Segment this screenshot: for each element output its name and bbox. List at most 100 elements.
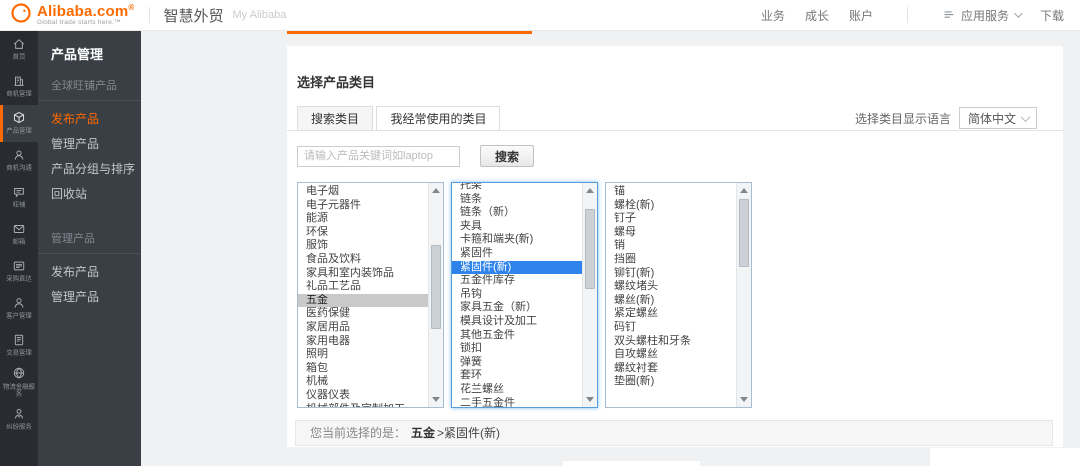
scrollbar[interactable] — [582, 183, 597, 407]
category-item[interactable]: 螺栓(新) — [606, 199, 736, 213]
sidebar-link[interactable]: 发布产品 — [38, 259, 141, 284]
service-icon — [12, 407, 26, 421]
category-item[interactable]: 夹具 — [452, 220, 582, 234]
sidebar-item[interactable]: 物流金融服务 — [0, 364, 38, 401]
search-button[interactable]: 搜索 — [480, 145, 534, 167]
scroll-up-arrow[interactable] — [740, 188, 748, 193]
category-item[interactable]: 二手五金件 — [452, 397, 582, 408]
tab-frequent-category[interactable]: 我经常使用的类目 — [376, 106, 500, 131]
language-dropdown[interactable]: 简体中文 — [959, 107, 1037, 129]
sidebar-item[interactable]: 采购直达 — [0, 253, 38, 290]
category-item[interactable]: 吊钩 — [452, 288, 582, 302]
scroll-thumb[interactable] — [431, 245, 441, 329]
sidebar-item[interactable]: 旺铺 — [0, 179, 38, 216]
tab-search-category[interactable]: 搜索类目 — [297, 106, 373, 131]
sidebar-link[interactable]: 管理产品 — [38, 131, 141, 156]
sidebar-group-items: 发布产品管理产品产品分组与排序回收站 — [38, 106, 141, 206]
category-item[interactable]: 食品及饮料 — [298, 253, 428, 267]
category-item[interactable]: 钉子 — [606, 212, 736, 226]
scroll-down-arrow[interactable] — [586, 397, 594, 402]
header-nav-link[interactable]: 账户 — [849, 7, 873, 24]
category-item[interactable]: 电子烟 — [298, 185, 428, 199]
category-item[interactable]: 五金 — [298, 294, 428, 308]
category-item[interactable]: 家具五金（新） — [452, 301, 582, 315]
sidebar-item[interactable]: 纠纷服务 — [0, 401, 38, 438]
category-item[interactable]: 锚 — [606, 185, 736, 199]
alibaba-logo[interactable]: Alibaba.com® Global trade starts here.™ — [10, 2, 135, 29]
category-item[interactable]: 模具设计及加工 — [452, 315, 582, 329]
scroll-down-arrow[interactable] — [740, 397, 748, 402]
category-item[interactable]: 其他五金件 — [452, 329, 582, 343]
category-item[interactable]: 机械 — [298, 375, 428, 389]
category-item[interactable]: 螺纹堵头 — [606, 280, 736, 294]
sidebar-item-label: 首页 — [1, 53, 38, 60]
sidebar-link[interactable]: 产品分组与排序 — [38, 156, 141, 181]
brand-text: Alibaba.com® — [37, 4, 135, 19]
scroll-up-arrow[interactable] — [432, 188, 440, 193]
scroll-thumb[interactable] — [739, 199, 749, 267]
scrollbar[interactable] — [428, 183, 443, 407]
category-item[interactable]: 双头螺柱和牙条 — [606, 335, 736, 349]
category-item[interactable]: 礼品工艺品 — [298, 280, 428, 294]
category-item[interactable]: 卡箍和端夹(新) — [452, 233, 582, 247]
category-item[interactable]: 链条（新） — [452, 206, 582, 220]
category-item[interactable]: 家用电器 — [298, 335, 428, 349]
primary-sidebar: 首页 商机管理 产品管理 商机沟通 旺铺 邮箱 采购直达 客户管理 交易管理 — [0, 31, 38, 466]
download-link[interactable]: 下载 — [1040, 7, 1064, 24]
language-selector: 选择类目显示语言 简体中文 — [855, 107, 1037, 129]
category-item[interactable]: 自攻螺丝 — [606, 348, 736, 362]
category-item[interactable]: 照明 — [298, 348, 428, 362]
category-item[interactable]: 紧固件(新) — [452, 261, 582, 275]
category-item[interactable]: 环保 — [298, 226, 428, 240]
category-item[interactable]: 挡圈 — [606, 253, 736, 267]
category-item[interactable]: 五金件库存 — [452, 274, 582, 288]
app-services-label: 应用服务 — [961, 7, 1009, 24]
category-item[interactable]: 紧定螺丝 — [606, 307, 736, 321]
scroll-up-arrow[interactable] — [586, 188, 594, 193]
category-item[interactable]: 箱包 — [298, 362, 428, 376]
search-input[interactable] — [297, 146, 460, 167]
sidebar-item-label: 纠纷服务 — [1, 423, 38, 430]
category-item[interactable]: 服饰 — [298, 239, 428, 253]
app-services-menu[interactable]: 应用服务 — [942, 7, 1020, 24]
category-item[interactable]: 托架 — [452, 183, 582, 193]
sidebar-item[interactable]: 交易管理 — [0, 327, 38, 364]
category-item[interactable]: 螺丝(新) — [606, 294, 736, 308]
sidebar-item[interactable]: 首页 — [0, 31, 38, 68]
category-item[interactable]: 链条 — [452, 193, 582, 207]
category-item[interactable]: 螺母 — [606, 226, 736, 240]
sidebar-link[interactable]: 回收站 — [38, 181, 141, 206]
category-item[interactable]: 电子元器件 — [298, 199, 428, 213]
sidebar-link[interactable]: 发布产品 — [38, 106, 141, 131]
scroll-thumb[interactable] — [585, 209, 595, 289]
category-item[interactable]: 花兰螺丝 — [452, 383, 582, 397]
sidebar-link[interactable]: 管理产品 — [38, 284, 141, 309]
category-item[interactable]: 仪器仪表 — [298, 389, 428, 403]
category-item[interactable]: 家居用品 — [298, 321, 428, 335]
tab-bar: 搜索类目 我经常使用的类目 选择类目显示语言 简体中文 — [287, 106, 1063, 131]
header-nav-link[interactable]: 成长 — [805, 7, 829, 24]
sidebar-group-items: 发布产品管理产品 — [38, 259, 141, 309]
scrollbar[interactable] — [736, 183, 751, 407]
sidebar-item[interactable]: 邮箱 — [0, 216, 38, 253]
scroll-down-arrow[interactable] — [432, 397, 440, 402]
category-item[interactable]: 垫圈(新) — [606, 375, 736, 389]
category-item[interactable]: 医药保健 — [298, 307, 428, 321]
category-item[interactable]: 螺纹衬套 — [606, 362, 736, 376]
category-item[interactable]: 机械部件及定制加工 — [298, 403, 428, 408]
category-item[interactable]: 铆钉(新) — [606, 267, 736, 281]
sidebar-item[interactable]: 产品管理 — [0, 105, 38, 142]
category-item[interactable]: 销 — [606, 239, 736, 253]
category-item[interactable]: 套环 — [452, 369, 582, 383]
sidebar-item[interactable]: 客户管理 — [0, 290, 38, 327]
category-item[interactable]: 能源 — [298, 212, 428, 226]
sidebar-item-label: 采购直达 — [1, 275, 38, 282]
sidebar-item[interactable]: 商机沟通 — [0, 142, 38, 179]
category-item[interactable]: 锁扣 — [452, 342, 582, 356]
category-item[interactable]: 弹簧 — [452, 356, 582, 370]
sidebar-item[interactable]: 商机管理 — [0, 68, 38, 105]
category-item[interactable]: 紧固件 — [452, 247, 582, 261]
category-item[interactable]: 家具和室内装饰品 — [298, 267, 428, 281]
category-item[interactable]: 码钉 — [606, 321, 736, 335]
header-nav-link[interactable]: 业务 — [761, 7, 785, 24]
